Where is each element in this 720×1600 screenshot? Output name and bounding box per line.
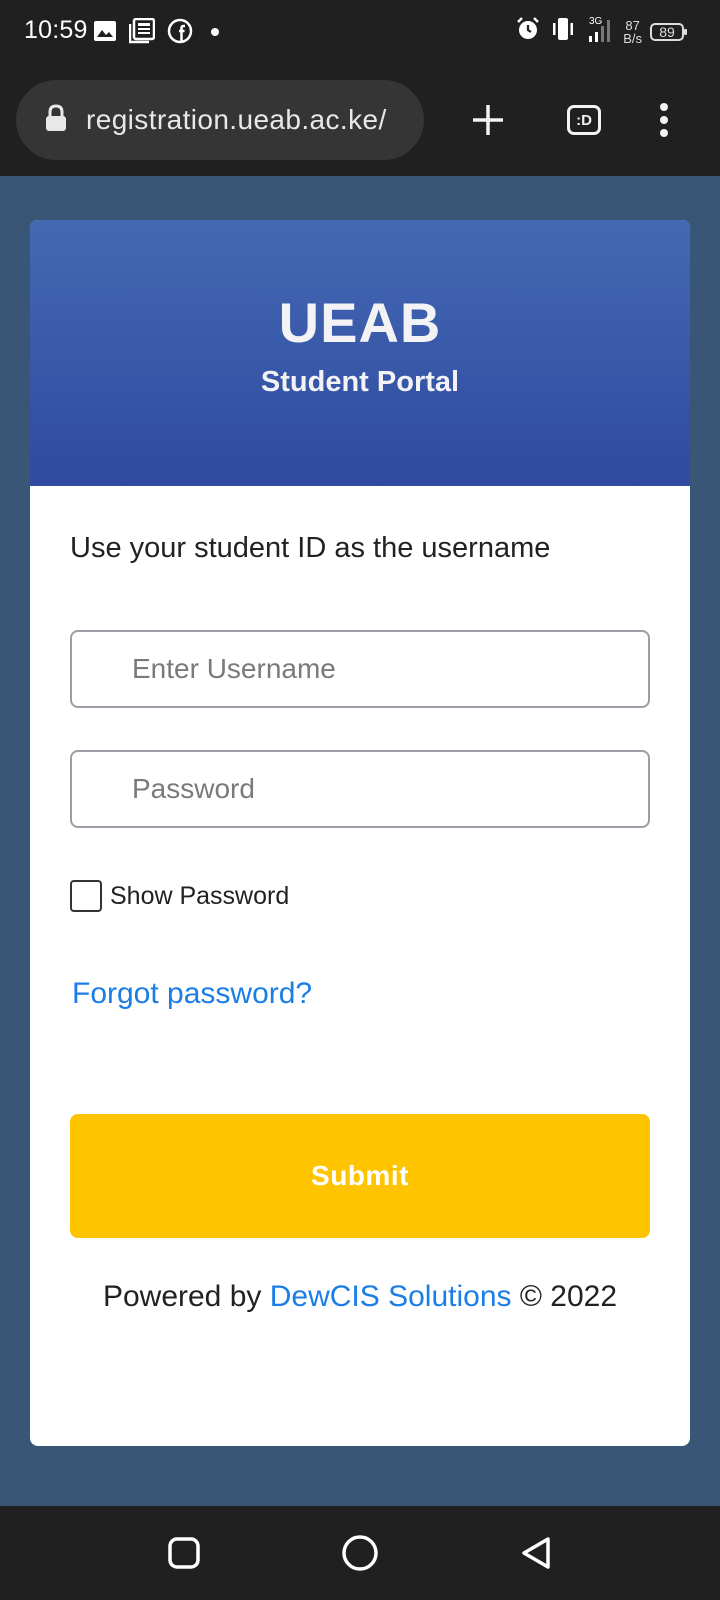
footer-link[interactable]: DewCIS Solutions	[270, 1280, 512, 1313]
card-header: UEAB Student Portal	[30, 220, 690, 486]
status-bar: 10:59 3G 87 B/s 89	[0, 0, 720, 66]
footer-prefix: Powered by	[102, 1280, 262, 1313]
portal-title: UEAB	[278, 291, 442, 354]
login-card: UEAB Student Portal Use your student ID …	[30, 220, 690, 1446]
more-icon	[660, 103, 668, 137]
lock-icon	[44, 103, 68, 137]
dot-icon	[205, 21, 225, 46]
tab-switcher-label: :D	[576, 111, 592, 129]
new-tab-icon	[473, 105, 503, 135]
more-menu-button[interactable]	[636, 92, 692, 148]
password-field	[70, 750, 650, 828]
footer-suffix: © 2022	[519, 1280, 618, 1313]
status-time: 10:59	[24, 16, 88, 44]
portal-subtitle: Student Portal	[260, 366, 460, 398]
net-speed-unit: B/s	[623, 30, 642, 46]
browser-toolbar: registration.ueab.ac.ke/ :D	[0, 66, 720, 176]
url-text: registration.ueab.ac.ke/	[86, 104, 387, 135]
footer: Powered by DewCIS Solutions © 2022	[30, 1280, 690, 1314]
vibrate-icon	[549, 16, 577, 47]
system-icons: 3G 87 B/s 89	[515, 14, 687, 49]
net-speed: 87 B/s	[623, 19, 642, 45]
back-button[interactable]	[516, 1533, 556, 1573]
signal-type-label: 3G	[589, 16, 603, 27]
system-nav-bar	[0, 1506, 720, 1600]
home-icon	[342, 1535, 378, 1571]
net-speed-value: 87	[625, 17, 640, 33]
username-field	[70, 630, 650, 708]
signal-icon: 3G	[585, 14, 615, 49]
submit-button[interactable]: Submit	[70, 1114, 650, 1238]
recents-icon	[168, 1537, 200, 1569]
username-input[interactable]	[72, 632, 648, 706]
tab-switcher-button[interactable]: :D	[556, 92, 612, 148]
forgot-password-link[interactable]: Forgot password?	[72, 977, 312, 1011]
alarm-icon	[515, 16, 541, 47]
recents-button[interactable]	[164, 1533, 204, 1573]
back-icon	[522, 1537, 550, 1569]
news-icon	[128, 17, 156, 49]
password-input[interactable]	[72, 752, 648, 826]
facebook-icon	[167, 18, 193, 49]
address-bar[interactable]: registration.ueab.ac.ke/	[16, 80, 424, 160]
battery-icon: 89	[650, 22, 687, 41]
login-instructions: Use your student ID as the username	[70, 532, 551, 564]
show-password-label[interactable]: Show Password	[110, 882, 289, 911]
new-tab-button[interactable]	[460, 92, 516, 148]
show-password-checkbox[interactable]	[70, 880, 102, 912]
tab-switcher-icon: :D	[567, 105, 601, 135]
image-icon	[93, 19, 117, 48]
home-button[interactable]	[340, 1533, 380, 1573]
notification-icons	[93, 17, 225, 49]
battery-level: 89	[659, 23, 675, 40]
show-password-row: Show Password	[70, 880, 289, 912]
